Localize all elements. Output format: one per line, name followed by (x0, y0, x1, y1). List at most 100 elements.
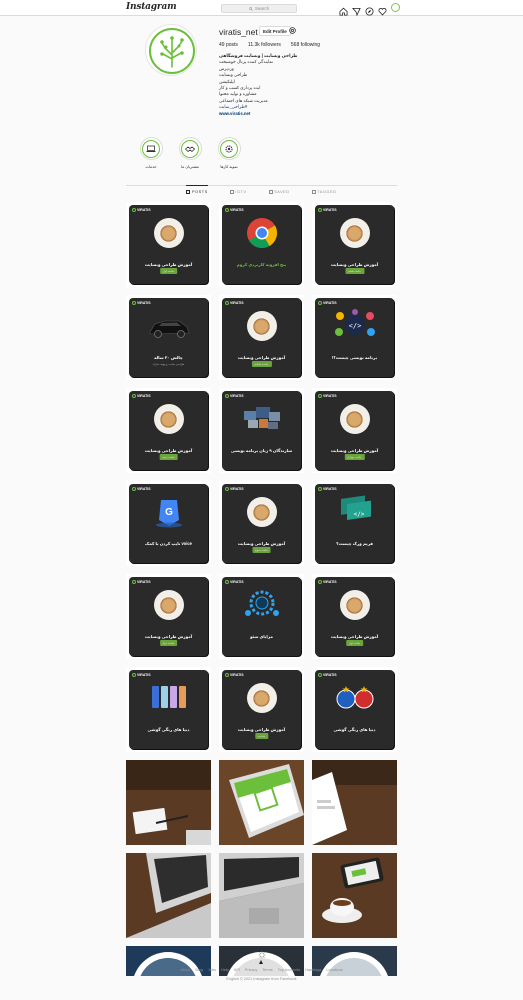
post-tile[interactable]: VIRATIS آموزش طراحی وبسایت جلسه هفتم (312, 202, 397, 287)
viratis-badge-icon (225, 487, 229, 491)
viratis-badge-icon (225, 208, 229, 212)
svg-text:</>: </> (353, 511, 364, 518)
top-nav: Instagram Search (0, 0, 523, 17)
post-tile[interactable]: VIRATIS آموزش طراحی وبسایت جلسه اول (312, 574, 397, 659)
post-caption: سازندگان ۹ زبان برنامه نویسی (230, 448, 293, 453)
coffee-cup-icon (246, 683, 277, 713)
footer-link[interactable]: Help (221, 968, 229, 972)
post-tile[interactable]: VIRATIS G voice تایپ کردن با کمک (126, 481, 211, 566)
viratis-badge-icon (318, 487, 322, 491)
post-tile[interactable]: VIRATIS دنیا های رنگی گوشی (312, 667, 397, 752)
tab-igtv[interactable]: IGTV (229, 186, 247, 194)
tab-label: TAGGED (317, 190, 337, 194)
post-photo-tile[interactable] (312, 853, 397, 938)
post-tile[interactable]: VIRATIS آموزش طراحی وبسایت جلسه پنجم (126, 388, 211, 473)
post-photo-tile[interactable] (126, 760, 211, 845)
direct-icon[interactable] (352, 3, 361, 17)
followers-count[interactable]: 11.3k followers (248, 42, 281, 48)
laptop-icon (146, 145, 156, 152)
post-brand: VIRATIS (323, 487, 337, 491)
svg-text:G: G (165, 507, 173, 518)
post-caption: آموزش طراحی وبسایت (330, 634, 379, 639)
programming-icons-illustration: </> (333, 308, 377, 344)
post-tile[interactable]: VIRATIS آموزش طراحی وبسایت جلسه اول (126, 202, 211, 287)
post-photo-tile[interactable] (312, 760, 397, 845)
highlight-portfolio[interactable]: نمونه کارها (217, 137, 241, 169)
viratis-badge-icon (132, 673, 136, 677)
language-select[interactable]: English (226, 977, 238, 981)
highlight-services[interactable]: خدمات (139, 137, 163, 169)
post-tile[interactable]: VIRATIS </> فریم ورک چیست؟ (312, 481, 397, 566)
footer-link[interactable]: Privacy (245, 968, 257, 972)
laptop-screen-image (312, 760, 397, 845)
viratis-badge-icon (318, 208, 322, 212)
footer-link[interactable]: Terms (262, 968, 272, 972)
post-tile[interactable]: VIRATIS دنیا های رنگی گوشی (126, 667, 211, 752)
footer-link[interactable]: Hashtags (305, 968, 321, 972)
following-count[interactable]: 568 following (291, 42, 320, 48)
loading-spinner-icon (258, 951, 266, 959)
footer-link[interactable]: Jobs (208, 968, 216, 972)
post-tile[interactable]: VIRATIS آموزش طراحی وبسایت جلسه چهارم (312, 388, 397, 473)
post-tile[interactable]: VIRATIS </> برنامه نویسی چیست؟! (312, 295, 397, 380)
gear-icon (225, 144, 233, 153)
instagram-logo[interactable]: Instagram (126, 2, 177, 12)
post-caption: دنیا های رنگی گوشی (147, 727, 190, 732)
post-photo-tile[interactable] (219, 760, 304, 845)
google-voice-icon: G (147, 494, 191, 530)
post-tile[interactable]: VIRATIS سازندگان ۹ زبان برنامه نویسی (219, 388, 304, 473)
post-caption: آموزش طراحی وبسایت (237, 355, 286, 360)
post-subtitle: جلسه پنجم (159, 454, 178, 460)
settings-gear-icon[interactable] (288, 26, 297, 35)
posts-count: 49 posts (219, 42, 238, 48)
post-caption: آموزش طراحی وبسایت (144, 448, 193, 453)
post-brand: VIRATIS (323, 208, 337, 212)
post-subtitle: مقدمه (254, 733, 269, 739)
post-brand: VIRATIS (230, 301, 244, 305)
activity-heart-icon[interactable] (378, 3, 387, 16)
footer-link[interactable]: Blog (195, 968, 203, 972)
viratis-badge-icon (318, 673, 322, 677)
highlight-label: خدمات (145, 165, 157, 169)
post-brand: VIRATIS (230, 673, 244, 677)
home-icon[interactable] (339, 3, 348, 16)
tab-tagged[interactable]: TAGGED (311, 186, 337, 194)
post-caption: آموزش طراحی وبسایت (144, 262, 193, 267)
post-tile[interactable]: VIRATIS آموزش طراحی وبسایت مقدمه (219, 667, 304, 752)
footer-link[interactable]: Top Accounts (278, 968, 301, 972)
post-tile[interactable]: VIRATIS چالش ۳۰ ساله طراحی سایت و بهینه … (126, 295, 211, 380)
grid-icon (186, 190, 191, 194)
post-tile[interactable]: VIRATIS آموزش طراحی وبسایت جلسه دوم (126, 574, 211, 659)
desk-photo-image (126, 760, 211, 845)
post-tile[interactable]: VIRATIS پنج افزونه کاربردی کروم (219, 202, 304, 287)
edit-profile-button[interactable]: Edit Profile (259, 26, 291, 36)
tab-saved[interactable]: SAVED (268, 186, 290, 194)
posts-grid: VIRATIS آموزش طراحی وبسایت جلسه اول VIRA… (126, 202, 397, 976)
bio-website-link[interactable]: www.viratis.net (219, 111, 349, 117)
chrome-logo-icon (240, 215, 284, 251)
nav-icons (339, 3, 400, 17)
post-tile[interactable]: VIRATIS مزایای سئو (219, 574, 304, 659)
seo-gear-illustration (240, 587, 284, 623)
viratis-badge-icon (225, 394, 229, 398)
post-photo-tile[interactable] (219, 853, 304, 938)
post-caption: برنامه نویسی چیست؟! (331, 355, 378, 360)
footer-link[interactable]: Locations (326, 968, 342, 972)
post-subtitle: جلسه ششم (251, 361, 272, 367)
viratis-badge-icon (132, 580, 136, 584)
footer-link[interactable]: About (180, 968, 190, 972)
post-caption: آموزش طراحی وبسایت (330, 448, 379, 453)
explore-icon[interactable] (365, 3, 374, 16)
post-tile[interactable]: VIRATIS آموزش طراحی وبسایت جلسه سوم (219, 481, 304, 566)
post-caption: دنیا های رنگی گوشی (333, 727, 376, 732)
footer-link[interactable]: API (234, 968, 240, 972)
post-tile[interactable]: VIRATIS آموزش طراحی وبسایت جلسه ششم (219, 295, 304, 380)
profile-avatar[interactable] (145, 24, 197, 76)
profile-avatar-icon[interactable] (391, 3, 400, 12)
post-brand: VIRATIS (137, 673, 151, 677)
highlight-customers[interactable]: مشتریان ما (178, 137, 202, 169)
search-input[interactable]: Search (221, 4, 297, 13)
tab-posts[interactable]: POSTS (186, 185, 208, 194)
post-photo-tile[interactable] (126, 853, 211, 938)
viratis-badge-icon (318, 394, 322, 398)
